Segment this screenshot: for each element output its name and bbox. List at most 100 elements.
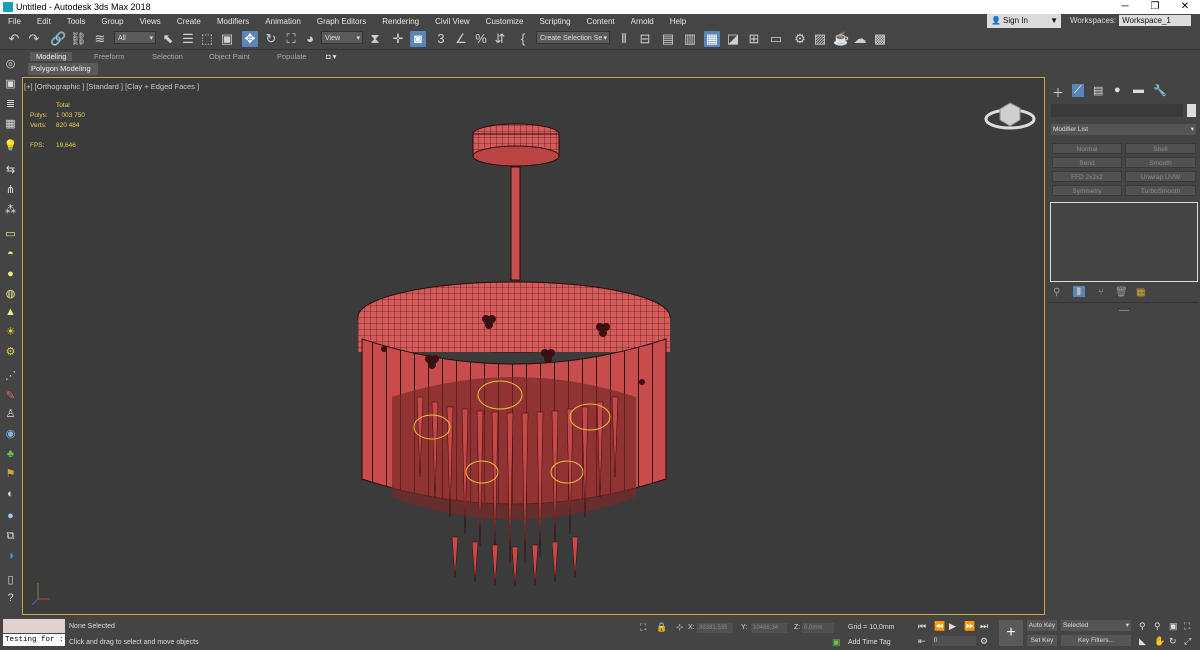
layer-explorer-icon[interactable]: ▥ [682,31,698,47]
torus-icon[interactable]: ◍ [3,287,18,301]
redo-icon[interactable]: ↷ [26,31,42,47]
menu-file[interactable]: File [0,17,29,26]
select-manipulate-icon[interactable]: ✛ [390,31,406,47]
modify-tab-icon[interactable]: ⟋ [1072,84,1084,97]
tree-icon[interactable]: ♣ [3,447,18,461]
minimize-button[interactable]: ─ [1110,0,1140,14]
menu-content[interactable]: Content [579,17,623,26]
close-button[interactable]: ✕ [1170,0,1200,14]
list-icon[interactable]: ≣ [3,97,18,111]
sculpt-icon[interactable]: ◐ [3,487,18,501]
rollout-grip[interactable] [1119,310,1129,311]
ribbon-options-icon[interactable]: ◘ ▾ [326,52,336,61]
align-icon[interactable]: ⊟ [637,31,653,47]
display-tab-icon[interactable]: ▬ [1133,84,1144,96]
go-to-start-icon[interactable]: ⏮ [918,621,926,632]
select-by-name-icon[interactable]: ☰ [180,31,196,47]
document-icon[interactable]: ▯ [3,573,18,587]
modifier-normal-button[interactable]: Normal [1052,143,1122,154]
object-name-field[interactable] [1051,104,1183,117]
tab-modeling[interactable]: Modeling [30,52,73,61]
table-icon[interactable]: ▦ [3,117,18,131]
modifier-list-dropdown[interactable]: Modifier List ▾ [1051,124,1196,135]
object-color-swatch[interactable] [1187,104,1196,117]
zoom-extents-all-icon[interactable]: ⛶ [1184,621,1190,632]
lock-selection-icon[interactable]: 🔒 [656,622,667,633]
pivot-center-icon[interactable]: ⧗ [367,31,383,47]
tab-selection[interactable]: Selection [152,52,183,61]
menu-scripting[interactable]: Scripting [531,17,578,26]
gear-icon[interactable]: ⚙ [3,345,18,359]
rectangular-selection-icon[interactable]: ⬚ [199,31,215,47]
select-and-scale-icon[interactable]: ⛶ [283,31,299,47]
workspace-select[interactable]: Workspace_1 [1119,15,1192,26]
sun-icon[interactable]: ☀ [3,325,18,339]
named-selection-dropdown[interactable]: Create Selection Se ▾ [536,31,610,44]
key-mode-toggle-icon[interactable]: ⇤ [918,636,926,647]
mirror-icon[interactable]: ⫴ [616,31,632,47]
sign-in-dropdown[interactable]: 👤 Sign In ▼ [987,14,1061,28]
modifier-symmetry-button[interactable]: Symmetry [1052,185,1122,196]
keyboard-shortcut-override-icon[interactable]: ◙ [410,31,426,47]
menu-civil-view[interactable]: Civil View [427,17,478,26]
viewcube[interactable] [984,102,1036,130]
paint-icon[interactable]: ✎ [3,389,18,403]
globe-icon[interactable]: ◉ [3,427,18,441]
motion-tab-icon[interactable]: ● [1114,84,1121,96]
menu-arnold[interactable]: Arnold [623,17,662,26]
time-tag-icon[interactable]: ▣ [832,637,841,648]
time-configuration-icon[interactable]: ⚙ [980,636,988,647]
current-frame-field[interactable]: 0 [932,636,976,646]
go-to-end-icon[interactable]: ⏭ [980,621,988,632]
select-object-icon[interactable]: ⬉ [160,31,176,47]
menu-create[interactable]: Create [169,17,209,26]
sphere-icon[interactable]: ● [3,267,18,281]
maximize-button[interactable]: ❐ [1140,0,1170,14]
render-icon[interactable]: ◑ [3,549,18,563]
create-tab-icon[interactable]: ＋ [1052,84,1064,101]
window-crossing-icon[interactable]: ▣ [219,31,235,47]
spinner-snap-icon[interactable]: ⇵ [492,31,508,47]
menu-views[interactable]: Views [132,17,169,26]
set-key-button[interactable]: Set Key [1027,635,1057,646]
dome-icon[interactable]: ◓ [3,247,18,261]
modifier-bend-button[interactable]: Bend [1052,157,1122,168]
previous-frame-icon[interactable]: ⏪ [934,621,945,632]
set-key-big-button[interactable]: + [999,620,1023,646]
script-icon[interactable]: ⧉ [3,529,18,543]
maxscript-listener-mini[interactable] [3,619,65,633]
particles-icon[interactable]: ⁂ [3,203,18,217]
curve-editor-icon[interactable]: ◪ [725,31,741,47]
absolute-mode-icon[interactable]: ⊹ [676,622,684,633]
material-editor-icon[interactable]: ▭ [768,31,784,47]
maxscript-input[interactable]: Testing for : [3,634,65,646]
show-end-result-icon[interactable]: ▮ [1073,286,1085,297]
modifier-smooth-button[interactable]: Smooth [1125,157,1196,168]
percent-snap-icon[interactable]: % [473,31,489,47]
menu-animation[interactable]: Animation [257,17,309,26]
y-coordinate-field[interactable]: 10466,34 [751,623,787,633]
render-production-icon[interactable]: ☕ [833,31,849,47]
next-frame-icon[interactable]: ⏩ [964,621,975,632]
configure-modifier-sets-icon[interactable]: ▦ [1136,287,1145,298]
modifier-shell-button[interactable]: Shell [1125,143,1196,154]
tab-object-paint[interactable]: Object Paint [209,52,250,61]
arrows-icon[interactable]: ⇆ [3,163,18,177]
ribbon-panel-polygon-modeling[interactable]: Polygon Modeling [28,63,98,75]
modifier-stack-list[interactable] [1050,202,1198,282]
chandelier-mesh[interactable] [357,123,671,588]
key-filters-button[interactable]: Key Filters... [1061,635,1131,646]
hierarchy-icon[interactable]: ⋔ [3,183,18,197]
help-icon[interactable]: ? [3,591,18,605]
zoom-extents-icon[interactable]: ▣ [1169,621,1178,632]
z-coordinate-field[interactable]: 0,0mm [802,623,834,633]
modifier-turbosmooth-button[interactable]: TurboSmooth [1125,185,1196,196]
menu-help[interactable]: Help [662,17,694,26]
remove-modifier-icon[interactable]: 🗑 [1115,287,1128,298]
angle-snap-icon[interactable]: ∠ [453,31,469,47]
add-time-tag-label[interactable]: Add Time Tag [848,639,891,646]
schematic-view-icon[interactable]: ⊞ [746,31,762,47]
reference-coordinate-dropdown[interactable]: View ▾ [321,31,363,44]
scene-explorer-icon[interactable]: ▤ [660,31,676,47]
rendered-frame-window-icon[interactable]: ▨ [812,31,828,47]
